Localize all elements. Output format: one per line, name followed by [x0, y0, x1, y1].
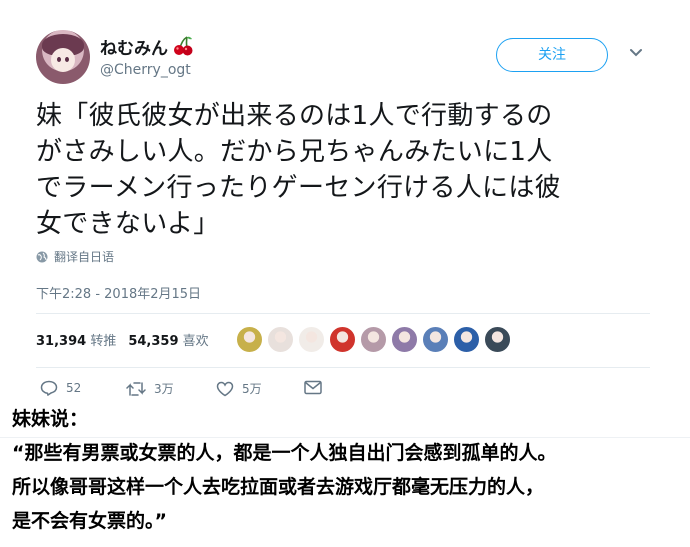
- liker-avatar[interactable]: [329, 326, 356, 353]
- retweet-button[interactable]: 3万: [126, 380, 174, 397]
- tweet-text-line: 妹「彼氏彼女が出来るのは1人で行動するの: [36, 101, 553, 131]
- follow-button[interactable]: 关注: [496, 38, 608, 72]
- retweet-action-count: 3万: [154, 382, 174, 396]
- author-display-name[interactable]: ねむみん: [100, 34, 194, 59]
- author-handle[interactable]: @Cherry_ogt: [100, 62, 191, 78]
- globe-icon: [36, 251, 48, 263]
- caption-line: 是不会有女票的。”: [12, 510, 167, 532]
- direct-message-button[interactable]: [304, 380, 330, 395]
- avatar-eye: [57, 57, 61, 62]
- stats-divider-bottom: [36, 367, 650, 368]
- tweet-timestamp[interactable]: 下午2:28 - 2018年2月15日: [36, 283, 201, 302]
- display-name-text: ねむみん: [100, 39, 168, 59]
- like-count: 54,359: [128, 334, 179, 349]
- translate-link[interactable]: 翻译自日语: [36, 248, 114, 265]
- caption-text: 妹妹说： “那些有男票或女票的人，都是一个人独自出门会感到孤单的人。 所以像哥哥…: [12, 402, 682, 538]
- liker-avatar[interactable]: [360, 326, 387, 353]
- chevron-down-icon[interactable]: [629, 48, 643, 58]
- retweet-icon: [126, 381, 146, 396]
- stats-divider-top: [36, 313, 650, 314]
- reply-button[interactable]: 52: [40, 380, 81, 396]
- liker-avatar[interactable]: [236, 326, 263, 353]
- liker-avatar[interactable]: [298, 326, 325, 353]
- like-stat[interactable]: 54,359 喜欢: [128, 334, 208, 349]
- caption-line: 所以像哥哥这样一个人去吃拉面或者去游戏厅都毫无压力的人，: [12, 476, 545, 498]
- liker-avatar[interactable]: [453, 326, 480, 353]
- translate-label: 翻译自日语: [54, 250, 115, 264]
- tweet-text: 妹「彼氏彼女が出来るのは1人で行動するの がさみしい人。だから兄ちゃんみたいに1…: [36, 98, 656, 242]
- like-action-count: 5万: [242, 382, 262, 396]
- reply-count: 52: [66, 381, 82, 395]
- reply-icon: [40, 380, 58, 396]
- author-avatar[interactable]: [36, 30, 90, 84]
- avatar-eye: [65, 57, 69, 62]
- liker-avatar[interactable]: [267, 326, 294, 353]
- retweet-stat-label: 转推: [90, 334, 117, 349]
- liker-avatar[interactable]: [391, 326, 418, 353]
- caption-line: 妹妹说：: [12, 408, 89, 430]
- liker-avatar[interactable]: [484, 326, 511, 353]
- tweet-text-line: 女できないよ」: [36, 209, 220, 239]
- tweet-text-line: がさみしい人。だから兄ちゃんみたいに1人: [36, 137, 553, 167]
- cherry-icon: [174, 36, 193, 56]
- like-stat-label: 喜欢: [182, 334, 209, 349]
- avatar-face: [51, 48, 75, 72]
- retweet-stat[interactable]: 31,394 转推: [36, 334, 116, 349]
- retweet-count: 31,394: [36, 334, 87, 349]
- caption-line: “那些有男票或女票的人，都是一个人独自出门会感到孤单的人。: [12, 442, 557, 464]
- tweet-stats: 31,394 转推 54,359 喜欢: [36, 330, 209, 349]
- tweet-text-line: でラーメン行ったりゲーセン行ける人には彼: [36, 173, 561, 203]
- liker-avatar[interactable]: [422, 326, 449, 353]
- heart-icon: [216, 381, 234, 396]
- mail-icon: [304, 380, 322, 395]
- tweet-card: ねむみん @Cherry_ogt 关注 妹「彼氏彼女が出来るのは1人で行動するの…: [0, 0, 690, 405]
- like-button[interactable]: 5万: [216, 380, 262, 397]
